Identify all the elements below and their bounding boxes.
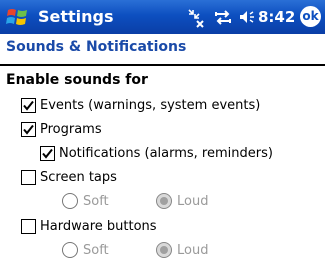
notifications-checkbox[interactable] — [40, 145, 55, 161]
screen-taps-loud-label: Loud — [177, 193, 209, 209]
checkmark-icon — [23, 124, 34, 135]
page-header: Sounds & Notifications — [0, 34, 325, 66]
programs-label: Programs — [40, 121, 102, 137]
screen-taps-loud-option[interactable]: Loud — [156, 191, 208, 211]
screen-taps-soft-radio[interactable] — [62, 193, 78, 209]
clock[interactable]: 8:42 — [258, 6, 295, 28]
events-label: Events (warnings, system events) — [40, 97, 261, 113]
hardware-buttons-loud-radio[interactable] — [156, 242, 172, 258]
screen-taps-soft-option[interactable]: Soft — [62, 191, 109, 211]
hardware-buttons-soft-radio[interactable] — [62, 242, 78, 258]
ok-button[interactable]: ok — [300, 6, 321, 27]
page-title: Sounds & Notifications — [6, 39, 187, 55]
checkmark-icon — [23, 100, 34, 111]
programs-option[interactable]: Programs — [21, 118, 102, 140]
volume-icon[interactable] — [238, 6, 256, 28]
app-title: Settings — [38, 7, 114, 26]
section-heading: Enable sounds for — [6, 72, 148, 88]
screen-taps-option[interactable]: Screen taps — [21, 166, 117, 188]
start-flag-icon[interactable] — [6, 6, 30, 28]
hardware-buttons-label: Hardware buttons — [40, 218, 157, 234]
connectivity-icon[interactable] — [184, 6, 206, 28]
screen-taps-soft-label: Soft — [83, 193, 109, 209]
events-option[interactable]: Events (warnings, system events) — [21, 94, 260, 116]
hardware-buttons-soft-label: Soft — [83, 242, 109, 258]
screen-taps-loud-radio[interactable] — [156, 193, 172, 209]
checkmark-icon — [42, 148, 53, 159]
hardware-buttons-option[interactable]: Hardware buttons — [21, 215, 157, 237]
hardware-buttons-loud-label: Loud — [177, 242, 209, 258]
hardware-buttons-soft-option[interactable]: Soft — [62, 240, 109, 260]
events-checkbox[interactable] — [21, 97, 36, 113]
sync-icon[interactable] — [213, 6, 233, 28]
screen-taps-label: Screen taps — [40, 169, 117, 185]
title-bar: Settings 8:42 ok — [0, 0, 325, 34]
screen-taps-checkbox[interactable] — [21, 169, 36, 185]
notifications-option[interactable]: Notifications (alarms, reminders) — [40, 142, 273, 164]
programs-checkbox[interactable] — [21, 121, 36, 137]
hardware-buttons-loud-option[interactable]: Loud — [156, 240, 208, 260]
notifications-label: Notifications (alarms, reminders) — [59, 145, 273, 161]
hardware-buttons-checkbox[interactable] — [21, 218, 36, 234]
